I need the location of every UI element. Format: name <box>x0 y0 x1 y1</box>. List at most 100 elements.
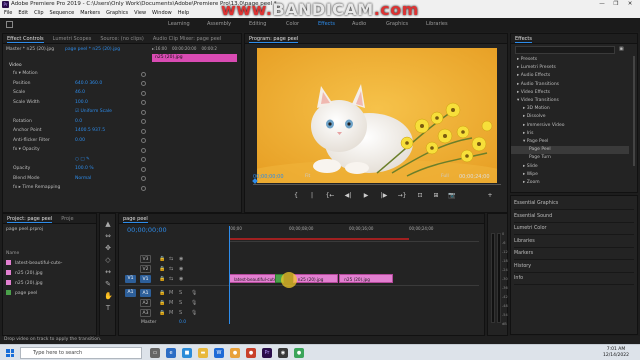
zoom-fit-select[interactable]: Fit <box>305 174 310 179</box>
ec-row-value[interactable]: 640.0 360.0 <box>75 80 102 88</box>
reset-icon[interactable] <box>141 119 146 124</box>
step-back-button[interactable]: ◀| <box>343 192 353 199</box>
side-panel-item[interactable]: Markers <box>514 248 634 260</box>
reset-icon[interactable] <box>141 128 146 134</box>
timeline-playhead[interactable] <box>229 226 230 324</box>
reset-icon[interactable] <box>141 147 146 153</box>
reset-icon[interactable] <box>141 185 146 191</box>
effects-tree-item[interactable]: ▸ Presets <box>511 56 629 64</box>
tool-icon[interactable]: ▲ <box>104 220 112 228</box>
track-target[interactable]: V1 <box>140 275 151 283</box>
solo-icon[interactable]: S <box>179 308 182 318</box>
solo-icon[interactable]: S <box>179 288 182 298</box>
track-target[interactable]: A3 <box>140 309 151 317</box>
ec-row-value[interactable]: 100.0 % <box>75 165 94 173</box>
lock-icon[interactable]: 🔒 <box>159 298 165 308</box>
program-scrub-bar[interactable] <box>253 182 501 185</box>
go-to-out-button[interactable]: →} <box>397 192 407 199</box>
project-item[interactable]: page peel <box>6 290 37 298</box>
master-clip-label[interactable]: Master * n25 (20).jpg <box>6 46 54 54</box>
effects-tree-item[interactable]: ▸ Audio Effects <box>511 72 629 80</box>
timeline-clip[interactable]: n25 (20).jpg <box>339 274 393 283</box>
button-editor-button[interactable]: + <box>485 192 495 199</box>
ec-row-value[interactable]: 0.00 <box>75 137 85 145</box>
ec-row-value[interactable]: Normal <box>75 175 91 183</box>
workspace-color[interactable]: Color <box>286 21 299 27</box>
reset-icon[interactable] <box>141 81 146 86</box>
reset-icon[interactable] <box>141 157 146 162</box>
mute-icon[interactable]: M <box>169 298 173 308</box>
reset-icon[interactable] <box>141 176 146 181</box>
tool-icon[interactable]: ◇ <box>104 256 112 264</box>
sync-icon[interactable]: ⇆ <box>169 274 173 284</box>
effects-search-input[interactable] <box>515 46 615 54</box>
tab-source[interactable]: Source: (no clips) <box>100 36 143 42</box>
effects-tree-item[interactable]: ▸ Video Effects <box>511 89 629 97</box>
timeline-clip[interactable]: n25 (20).jpg <box>292 274 339 283</box>
track-target[interactable]: A1 <box>140 289 151 297</box>
ec-row-value[interactable]: 0.0 <box>75 118 82 126</box>
word-icon[interactable]: W <box>214 348 224 358</box>
taskbar-clock[interactable]: 7:01 AM 12/14/2022 <box>596 347 636 359</box>
effects-tree-item[interactable]: ▸ 3D Motion <box>511 105 629 113</box>
tool-icon[interactable]: ↔ <box>104 268 112 276</box>
source-patch-v1[interactable]: V1 <box>125 275 136 283</box>
solo-icon[interactable]: S <box>179 298 182 308</box>
tab-project[interactable]: Project: page peel <box>7 216 53 223</box>
workspace-graphics[interactable]: Graphics <box>386 21 408 27</box>
edge-icon[interactable]: e <box>166 348 176 358</box>
effects-tree-item[interactable]: ▾ Page Peel <box>511 138 629 146</box>
track-target[interactable]: A2 <box>140 299 151 307</box>
store-icon[interactable]: ■ <box>182 348 192 358</box>
name-column-header[interactable]: Name <box>6 250 19 258</box>
side-panel-item[interactable]: Info <box>514 273 634 285</box>
effects-tree-item[interactable]: ▸ Slide <box>511 163 629 171</box>
bandicam-taskbar-icon[interactable]: ◉ <box>278 348 288 358</box>
side-panel-item[interactable]: Lumetri Color <box>514 223 634 235</box>
program-video-frame[interactable] <box>257 48 497 183</box>
timeline-timecode[interactable]: 00;00;00;00 <box>127 226 167 234</box>
lock-icon[interactable]: 🔒 <box>159 274 165 284</box>
tool-icon[interactable]: ✋ <box>104 292 113 300</box>
tool-icon[interactable]: T <box>104 304 112 312</box>
ec-row-value[interactable]: ☑ Uniform Scale <box>75 108 112 116</box>
effects-tree-item[interactable]: ▸ Audio Transitions <box>511 81 629 89</box>
effects-tree-item[interactable]: ▸ Lumetri Presets <box>511 64 629 72</box>
extract-button[interactable]: ⊞ <box>431 192 441 199</box>
work-area-bar[interactable] <box>229 238 409 240</box>
master-volume[interactable]: 0.0 <box>179 318 186 328</box>
chrome-icon[interactable]: ● <box>230 348 240 358</box>
effects-tree-item[interactable]: ▸ Immersive Video <box>511 122 629 130</box>
task-view-icon[interactable]: ▭ <box>150 348 160 358</box>
step-forward-button[interactable]: |▶ <box>379 192 389 199</box>
track-target[interactable]: V3 <box>140 255 151 263</box>
go-to-in-button[interactable]: {← <box>325 192 335 199</box>
resolution-select[interactable]: Full <box>441 174 449 179</box>
project-item[interactable]: n25 (20).jpg <box>6 280 43 288</box>
workspace-editing[interactable]: Editing <box>249 21 266 27</box>
firefox-icon[interactable]: ● <box>246 348 256 358</box>
sync-icon[interactable]: ⇆ <box>169 264 173 274</box>
taskbar-search-input[interactable]: Type here to search <box>20 347 142 359</box>
ec-row-value[interactable]: ○ □ ✎ <box>75 156 90 164</box>
premiere-taskbar-icon[interactable]: Pr <box>262 348 272 358</box>
tab-lumetri-scopes[interactable]: Lumetri Scopes <box>53 36 92 42</box>
workspace-learning[interactable]: Learning <box>168 21 190 27</box>
side-panel-item[interactable]: History <box>514 261 634 273</box>
tab-effect-controls[interactable]: Effect Controls <box>7 36 44 43</box>
effects-tree-item[interactable]: ▸ Dissolve <box>511 113 629 121</box>
mute-icon[interactable]: M <box>169 308 173 318</box>
project-item[interactable]: n25 (20).jpg <box>6 270 43 278</box>
workspace-effects[interactable]: Effects <box>318 21 335 27</box>
side-panel-item[interactable]: Libraries <box>514 236 634 248</box>
reset-icon[interactable] <box>141 138 146 143</box>
eye-icon[interactable]: ◉ <box>179 264 183 274</box>
tool-icon[interactable]: ✎ <box>104 280 112 288</box>
effects-title[interactable]: Effects <box>515 36 532 43</box>
home-icon[interactable] <box>6 21 13 28</box>
effects-tree-item[interactable]: ▸ Zoom <box>511 179 629 187</box>
reset-icon[interactable] <box>141 100 146 105</box>
reset-icon[interactable] <box>141 109 146 115</box>
workspace-libraries[interactable]: Libraries <box>426 21 448 27</box>
ec-mini-clip[interactable]: n25 (20).jpg <box>152 54 237 62</box>
